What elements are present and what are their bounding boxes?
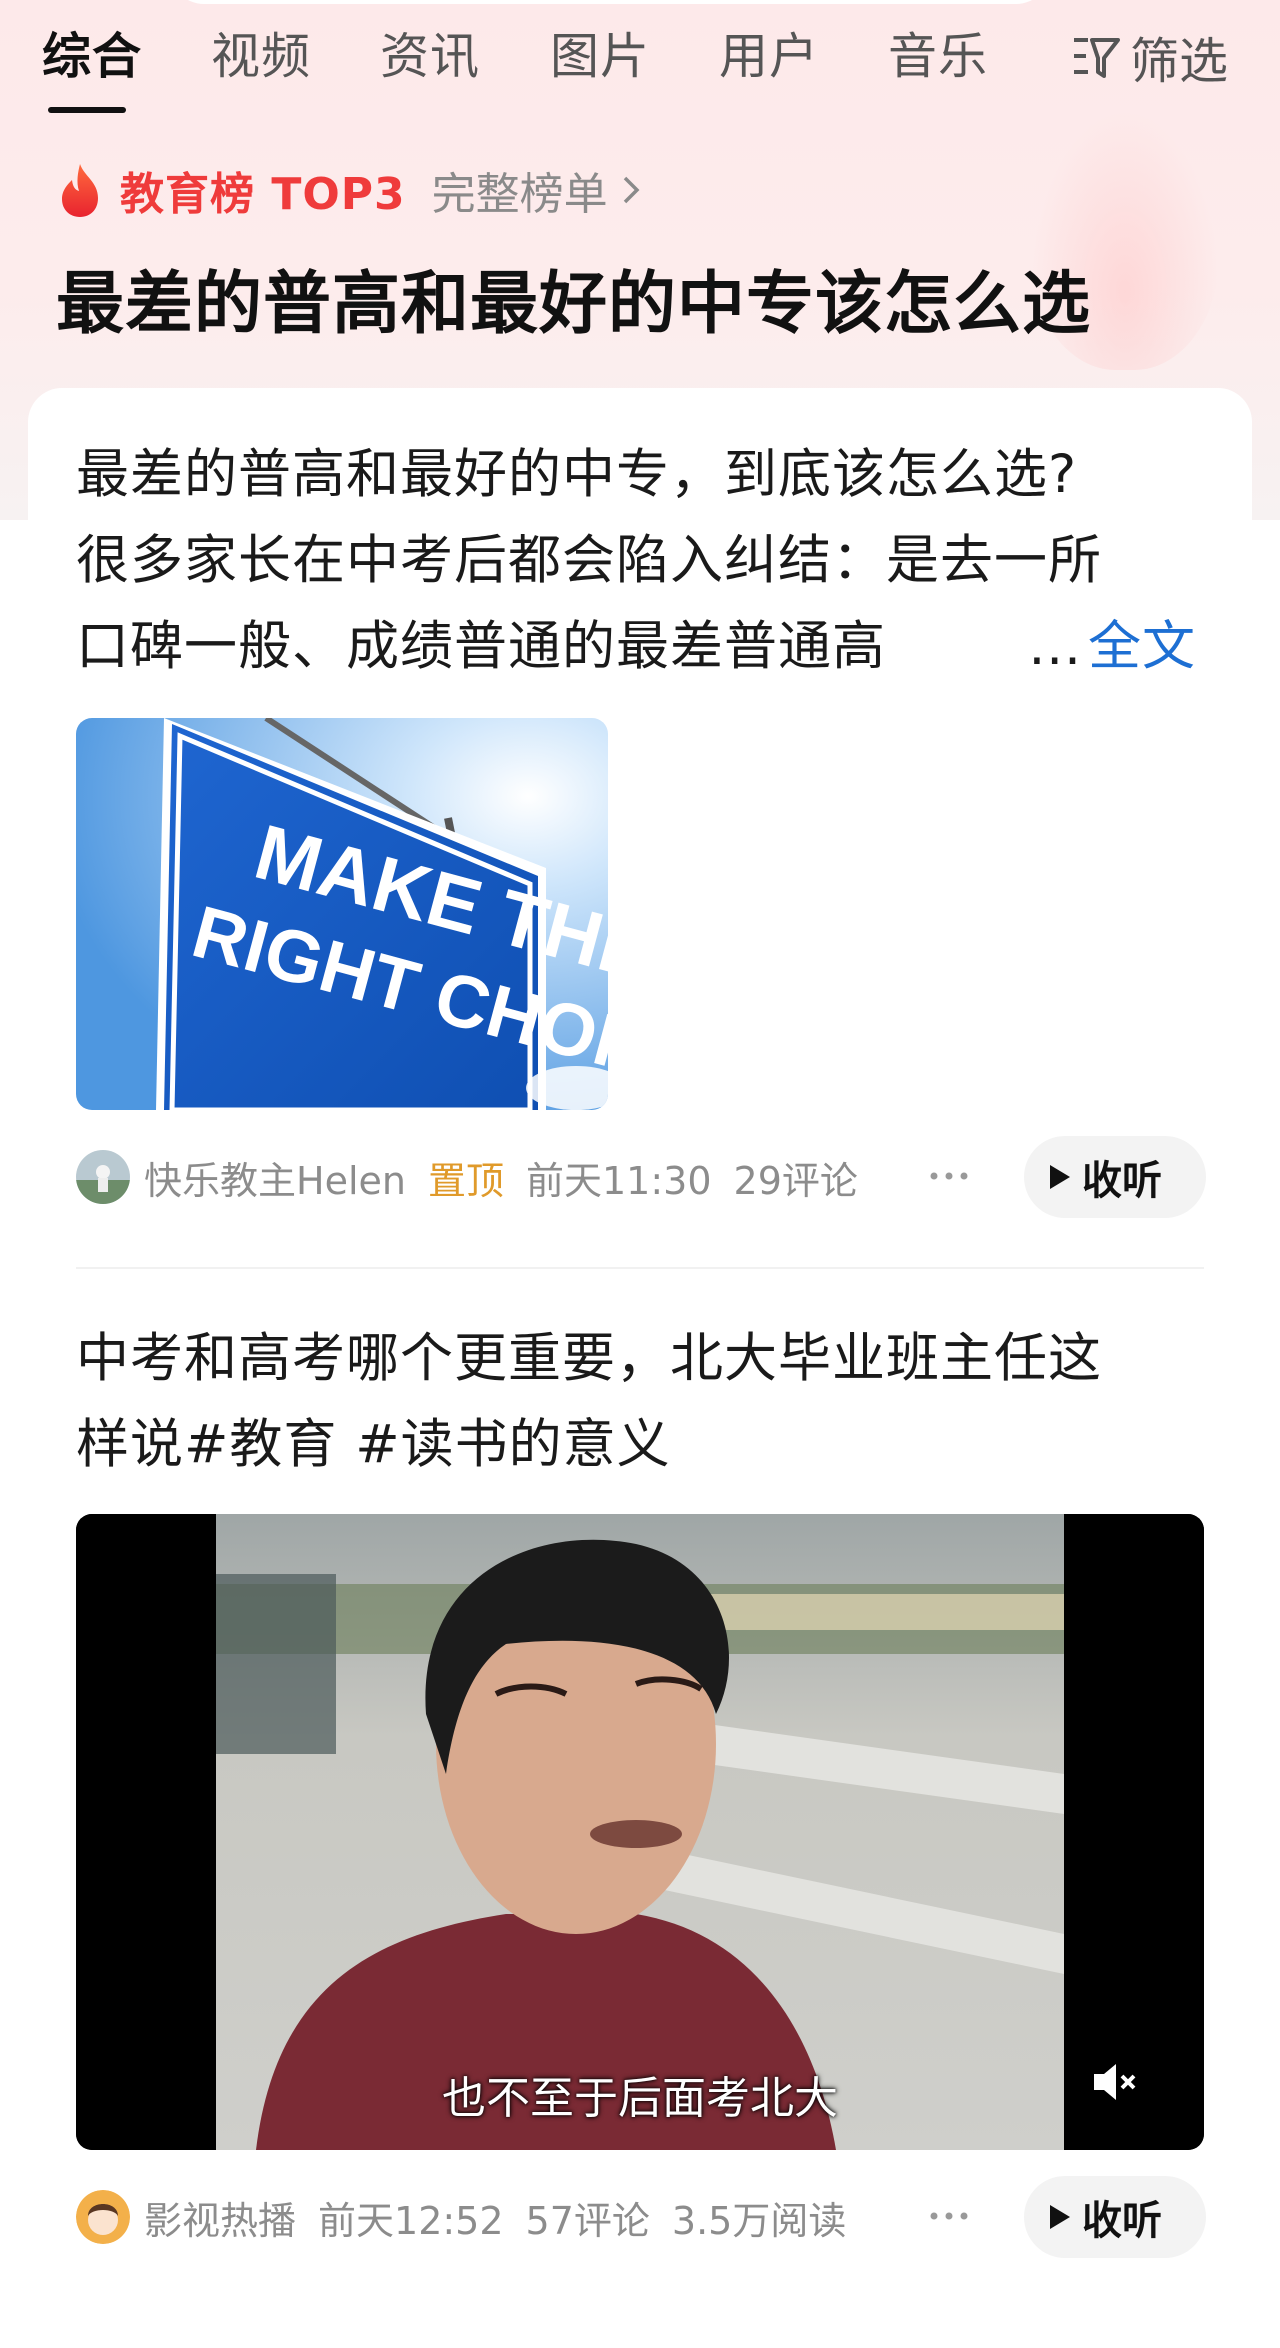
post-text[interactable]: 中考和高考哪个更重要，北大毕业班主任这 样说#教育 #读书的意义 (76, 1316, 1206, 1488)
post-time: 前天12:52 (318, 2198, 504, 2243)
listen-label: 收听 (1082, 1158, 1162, 1204)
play-icon (1050, 1165, 1070, 1189)
author-name[interactable]: 快乐教主Helen (144, 1150, 406, 1205)
post-meta: 快乐教主Helen 置顶 前天11:30 29评论 收听 (76, 1136, 1206, 1218)
tab-bar: 综合 视频 资讯 图片 用户 音乐 筛选 (0, 0, 1280, 115)
divider (76, 1267, 1204, 1269)
pinned-badge: 置顶 (427, 1158, 504, 1203)
full-rank-link[interactable]: 完整榜单 (432, 158, 642, 222)
video-subtitle: 也不至于后面考北大 (442, 2073, 838, 2124)
filter-button[interactable]: 筛选 (1070, 24, 1228, 90)
rank-header: 教育榜 TOP3 完整榜单 (56, 158, 642, 222)
ellipsis: ... (1028, 616, 1082, 677)
read-count: 3.5万阅读 (671, 2198, 847, 2243)
full-rank-label: 完整榜单 (431, 169, 608, 220)
video-frame (76, 1514, 1204, 2150)
tab-video[interactable]: 视频 (211, 24, 311, 90)
post-line: 很多家长在中考后都会陷入纠结：是去一所 (76, 530, 1102, 591)
tab-music[interactable]: 音乐 (888, 24, 988, 90)
post-meta: 影视热播 前天12:52 57评论 3.5万阅读 收听 (76, 2176, 1206, 2258)
video-player[interactable]: 也不至于后面考北大 (76, 1514, 1204, 2150)
comment-count[interactable]: 57评论 (526, 2190, 650, 2245)
post-line: 中考和高考哪个更重要，北大毕业班主任这 (76, 1328, 1102, 1389)
active-tab-indicator (48, 107, 126, 113)
filter-icon (1073, 38, 1120, 78)
tab-users[interactable]: 用户 (719, 24, 819, 90)
tab-images[interactable]: 图片 (550, 24, 650, 90)
mute-icon[interactable] (1084, 2052, 1144, 2112)
listen-button[interactable]: 收听 (1024, 1136, 1206, 1218)
comment-count[interactable]: 29评论 (734, 1150, 858, 1205)
expand-full-text-link[interactable]: 全文 (1088, 616, 1196, 677)
play-icon (1050, 2205, 1070, 2229)
post-image[interactable]: MAKE THE RIGHT CHOICE (76, 718, 608, 1110)
listen-label: 收听 (1082, 2198, 1162, 2244)
more-options-icon[interactable] (924, 2194, 974, 2234)
post-time: 前天11:30 (526, 1158, 712, 1203)
post-line: 最差的普高和最好的中专，到底该怎么选? (76, 444, 1078, 505)
filter-label: 筛选 (1129, 32, 1228, 90)
tab-news[interactable]: 资讯 (380, 24, 480, 90)
page-title: 最差的普高和最好的中专该怎么选 (56, 265, 1092, 344)
listen-button[interactable]: 收听 (1024, 2176, 1206, 2258)
make-right-choice-image: MAKE THE RIGHT CHOICE (76, 718, 608, 1110)
fire-icon (62, 164, 98, 217)
chevron-right-icon (623, 176, 640, 204)
post-line: 样说#教育 #读书的意义 (76, 1414, 671, 1475)
more-options-icon[interactable] (924, 1154, 974, 1194)
tab-all[interactable]: 综合 (42, 24, 142, 90)
rank-title: 教育榜 TOP3 (120, 169, 406, 220)
post-line: 口碑一般、成绩普通的最差普通高 (76, 616, 886, 677)
author-name[interactable]: 影视热播 (144, 2190, 296, 2245)
post-text[interactable]: 最差的普高和最好的中专，到底该怎么选? 很多家长在中考后都会陷入纠结：是去一所 … (76, 432, 1206, 690)
avatar[interactable] (76, 1150, 130, 1204)
avatar[interactable] (76, 2190, 130, 2244)
